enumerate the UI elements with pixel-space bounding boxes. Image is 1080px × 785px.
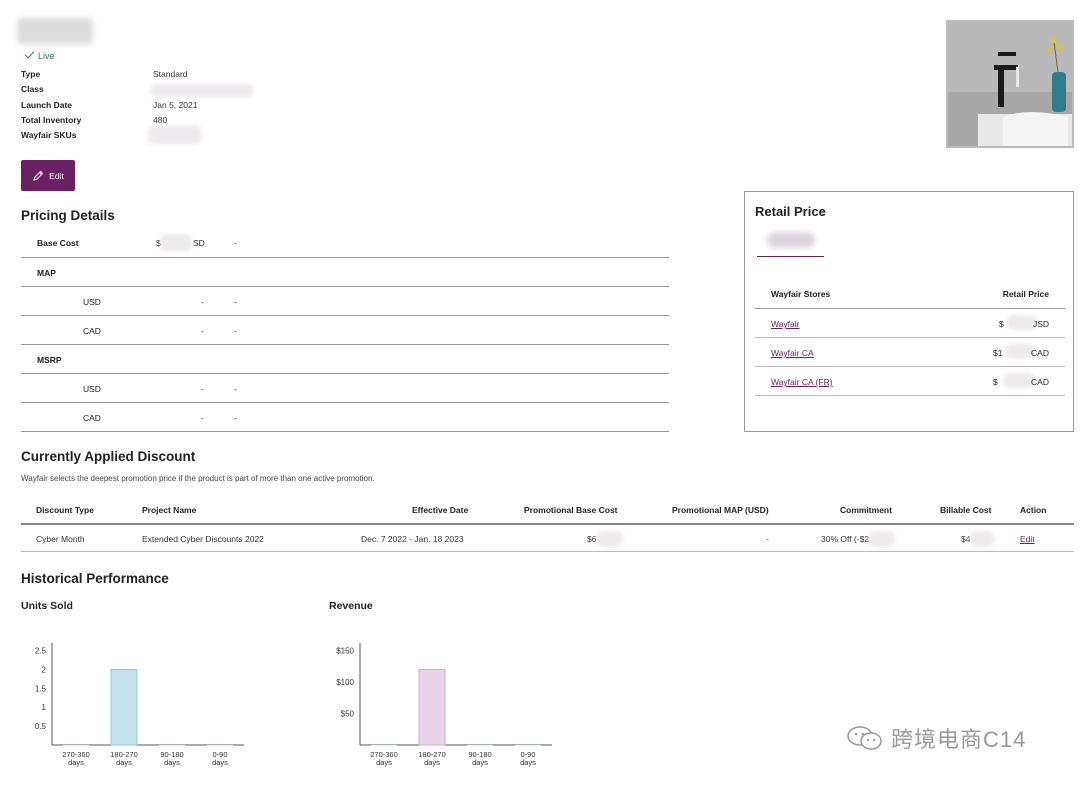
x-tick-label-unit: days: [116, 758, 132, 767]
pricing-row-msrp-usd: USD - -: [21, 374, 669, 403]
pricing-details-heading: Pricing Details: [21, 208, 115, 223]
bar: [110, 668, 138, 746]
bar: [515, 745, 541, 746]
pencil-icon: [33, 170, 44, 181]
y-tick-label: $150: [336, 647, 354, 656]
billable-redacted: [970, 531, 994, 547]
pricing-row-base-cost: Base Cost $ SD -: [21, 228, 669, 258]
product-image: [946, 20, 1074, 148]
meta-value-type: Standard: [153, 69, 188, 79]
meta-label-class: Class: [21, 84, 44, 94]
pricing-row-msrp-cad: CAD - -: [21, 403, 669, 432]
y-tick-label: 1: [42, 703, 47, 712]
bar: [467, 745, 493, 746]
retail-price-panel: Retail Price Wayfair Stores Retail Price…: [744, 191, 1074, 432]
commitment-redacted: [869, 531, 895, 547]
x-tick-label-unit: days: [212, 758, 228, 767]
bar: [207, 745, 233, 746]
base-cost-redacted: [160, 234, 192, 251]
y-tick-label: 2.5: [35, 647, 47, 656]
pricing-table: Base Cost $ SD - MAP USD - - CAD - - MSR…: [21, 228, 669, 432]
wayfair-ca-store-link[interactable]: Wayfair CA: [771, 348, 814, 358]
y-tick-label: $50: [341, 710, 355, 719]
retail-row: Wayfair CA $1 CAD: [755, 338, 1065, 367]
x-tick-label-unit: days: [164, 758, 180, 767]
y-tick-label: 1.5: [35, 684, 47, 693]
x-tick-label-unit: days: [424, 758, 440, 767]
meta-value-class-redacted: [150, 84, 254, 97]
watermark: 跨境电商C14: [845, 722, 1026, 754]
x-tick-label-unit: days: [376, 758, 392, 767]
meta-value-skus-redacted: [148, 126, 202, 144]
revenue-chart: $50$100$150270-360days180-270days90-180d…: [336, 643, 552, 767]
pricing-row-map: MAP: [21, 258, 669, 287]
check-icon: [24, 48, 35, 59]
meta-label-inventory: Total Inventory: [21, 115, 82, 125]
retail-price-heading: Retail Price: [755, 204, 826, 219]
bar: [418, 668, 446, 746]
retail-row: Wayfair $ JSD: [755, 309, 1065, 338]
units-sold-chart: 0.511.522.5270-360days180-270days90-180d…: [35, 643, 244, 767]
meta-value-inventory: 480: [153, 115, 168, 125]
pricing-row-msrp: MSRP: [21, 345, 669, 374]
x-tick-label-unit: days: [472, 758, 488, 767]
pricing-row-map-cad: CAD - -: [21, 316, 669, 345]
retail-table-header: Wayfair Stores Retail Price: [755, 281, 1065, 309]
bar: [159, 745, 185, 746]
chat-bubble-icon: [847, 726, 882, 750]
units-sold-heading: Units Sold: [21, 600, 73, 612]
wayfair-ca-fr-store-link[interactable]: Wayfair CA (FR): [771, 377, 833, 387]
meta-label-skus: Wayfair SKUs: [21, 130, 77, 140]
historical-heading: Historical Performance: [21, 571, 169, 586]
discount-table-header: Discount Type Project Name Effective Dat…: [21, 498, 1074, 525]
meta-label-launch: Launch Date: [21, 100, 73, 110]
promo-base-redacted: [597, 531, 623, 547]
retail-price-underline: [757, 256, 824, 257]
retail-row: Wayfair CA (FR) $ CAD: [755, 367, 1065, 396]
meta-label-type: Type: [21, 69, 41, 79]
edit-button[interactable]: Edit: [21, 160, 75, 191]
discount-edit-link[interactable]: Edit: [1020, 534, 1035, 544]
discount-row: Cyber Month Extended Cyber Discounts 202…: [21, 527, 1074, 552]
pricing-row-map-usd: USD - -: [21, 287, 669, 316]
discount-note: Wayfair selects the deepest promotion pr…: [21, 474, 375, 483]
live-status: Live: [24, 48, 55, 61]
y-tick-label: $100: [336, 678, 354, 687]
meta-value-launch: Jan 5, 2021: [153, 100, 198, 110]
wayfair-store-link[interactable]: Wayfair: [771, 319, 800, 329]
x-tick-label-unit: days: [68, 758, 84, 767]
y-tick-label: 0.5: [35, 722, 47, 731]
y-tick-label: 2: [42, 665, 47, 674]
bar: [63, 745, 89, 746]
bar: [371, 745, 397, 746]
revenue-heading: Revenue: [329, 600, 373, 612]
product-title-redacted: [17, 18, 93, 44]
x-tick-label-unit: days: [520, 758, 536, 767]
discount-heading: Currently Applied Discount: [21, 449, 196, 464]
retail-price-redacted: [767, 232, 815, 248]
